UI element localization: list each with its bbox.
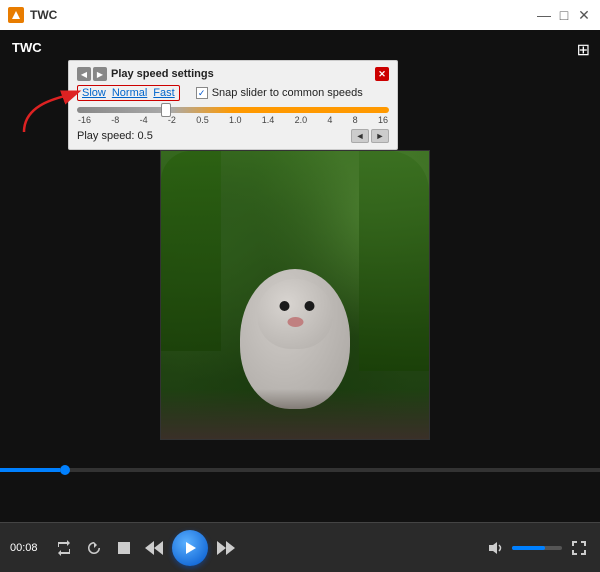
rewind-button[interactable]	[142, 536, 166, 560]
title-bar-controls: — □ ✕	[536, 9, 592, 21]
controls-bar: 00:08	[0, 522, 600, 572]
speed-slider-thumb[interactable]	[161, 103, 171, 117]
speed-fast-link[interactable]: Fast	[153, 87, 174, 99]
seal-eye-left	[280, 301, 290, 311]
play-speed-display: Play speed: 0.5	[77, 130, 153, 142]
label-16: 16	[378, 115, 388, 125]
label-8: 8	[353, 115, 358, 125]
seal-body	[240, 269, 350, 409]
seal-head	[258, 279, 333, 349]
slider-labels: -16 -8 -4 -2 0.5 1.0 1.4 2.0 4 8 16	[77, 115, 389, 125]
player-area[interactable]: TWC ⊞ ◀ ▶ Play speed settings	[0, 30, 600, 522]
panel-title-row: ◀ ▶ Play speed settings	[77, 67, 214, 81]
seal-nose	[287, 317, 303, 327]
panel-nav: ◀ ▶	[77, 67, 107, 81]
app-icon-inner	[12, 11, 20, 19]
play-speed-row: Play speed: 0.5 ◄ ►	[77, 129, 389, 143]
panel-close-button[interactable]: ✕	[375, 67, 389, 81]
title-bar: TWC — □ ✕	[0, 0, 600, 30]
twc-label: TWC	[12, 40, 42, 55]
speed-step-buttons: ◄ ►	[351, 129, 389, 143]
seal-eye-right	[305, 301, 315, 311]
speed-slider-container: -16 -8 -4 -2 0.5 1.0 1.4 2.0 4 8 16	[77, 107, 389, 125]
play-speed-label: Play speed:	[77, 130, 134, 142]
video-background	[161, 151, 429, 439]
nav-forward-button[interactable]: ▶	[93, 67, 107, 81]
speed-step-forward-button[interactable]: ►	[371, 129, 389, 143]
vine-left	[161, 151, 221, 351]
title-bar-left: TWC	[8, 7, 57, 23]
vine-right	[359, 151, 429, 371]
progress-thumb[interactable]	[60, 465, 70, 475]
panel-header: ◀ ▶ Play speed settings ✕	[77, 67, 389, 81]
label-1-4: 1.4	[262, 115, 275, 125]
speed-slow-link[interactable]: Slow	[82, 87, 106, 99]
play-speed-panel: ◀ ▶ Play speed settings ✕ Slow Normal Fa…	[68, 60, 398, 150]
main-content: TWC ⊞ ◀ ▶ Play speed settings	[0, 30, 600, 572]
panel-title: Play speed settings	[111, 68, 214, 80]
play-speed-value: 0.5	[138, 130, 153, 142]
label-1-0: 1.0	[229, 115, 242, 125]
speed-buttons-row: Slow Normal Fast ✓ Snap slider to common…	[77, 85, 389, 101]
character	[230, 249, 360, 409]
snap-checkbox-area: ✓ Snap slider to common speeds	[196, 87, 363, 99]
speed-slider-track[interactable]	[77, 107, 389, 113]
speed-links: Slow Normal Fast	[77, 85, 180, 101]
label-2-0: 2.0	[295, 115, 308, 125]
label-neg4: -4	[140, 115, 148, 125]
volume-fill	[512, 546, 545, 550]
snap-checkbox[interactable]: ✓	[196, 87, 208, 99]
video-frame	[160, 150, 430, 440]
label-0-5: 0.5	[196, 115, 209, 125]
grid-icon[interactable]: ⊞	[577, 40, 590, 60]
rocks	[161, 389, 429, 439]
nav-back-button[interactable]: ◀	[77, 67, 91, 81]
label-neg8: -8	[111, 115, 119, 125]
app-icon	[8, 7, 24, 23]
speed-step-back-button[interactable]: ◄	[351, 129, 369, 143]
speed-normal-link[interactable]: Normal	[112, 87, 147, 99]
volume-area	[484, 536, 562, 560]
refresh-button[interactable]	[82, 536, 106, 560]
minimize-button[interactable]: —	[536, 9, 552, 21]
progress-bar[interactable]	[0, 468, 600, 472]
fast-forward-button[interactable]	[214, 536, 238, 560]
repeat-button[interactable]	[52, 536, 76, 560]
red-arrow-annotation	[14, 82, 84, 142]
fullscreen-button[interactable]	[568, 537, 590, 559]
snap-label: Snap slider to common speeds	[212, 87, 363, 99]
play-button[interactable]	[172, 530, 208, 566]
app-title: TWC	[30, 8, 57, 22]
progress-fill	[0, 468, 60, 472]
time-display: 00:08	[10, 542, 46, 554]
label-4: 4	[327, 115, 332, 125]
volume-slider[interactable]	[512, 546, 562, 550]
volume-button[interactable]	[484, 536, 508, 560]
close-button[interactable]: ✕	[576, 9, 592, 21]
maximize-button[interactable]: □	[556, 9, 572, 21]
stop-button[interactable]	[112, 536, 136, 560]
